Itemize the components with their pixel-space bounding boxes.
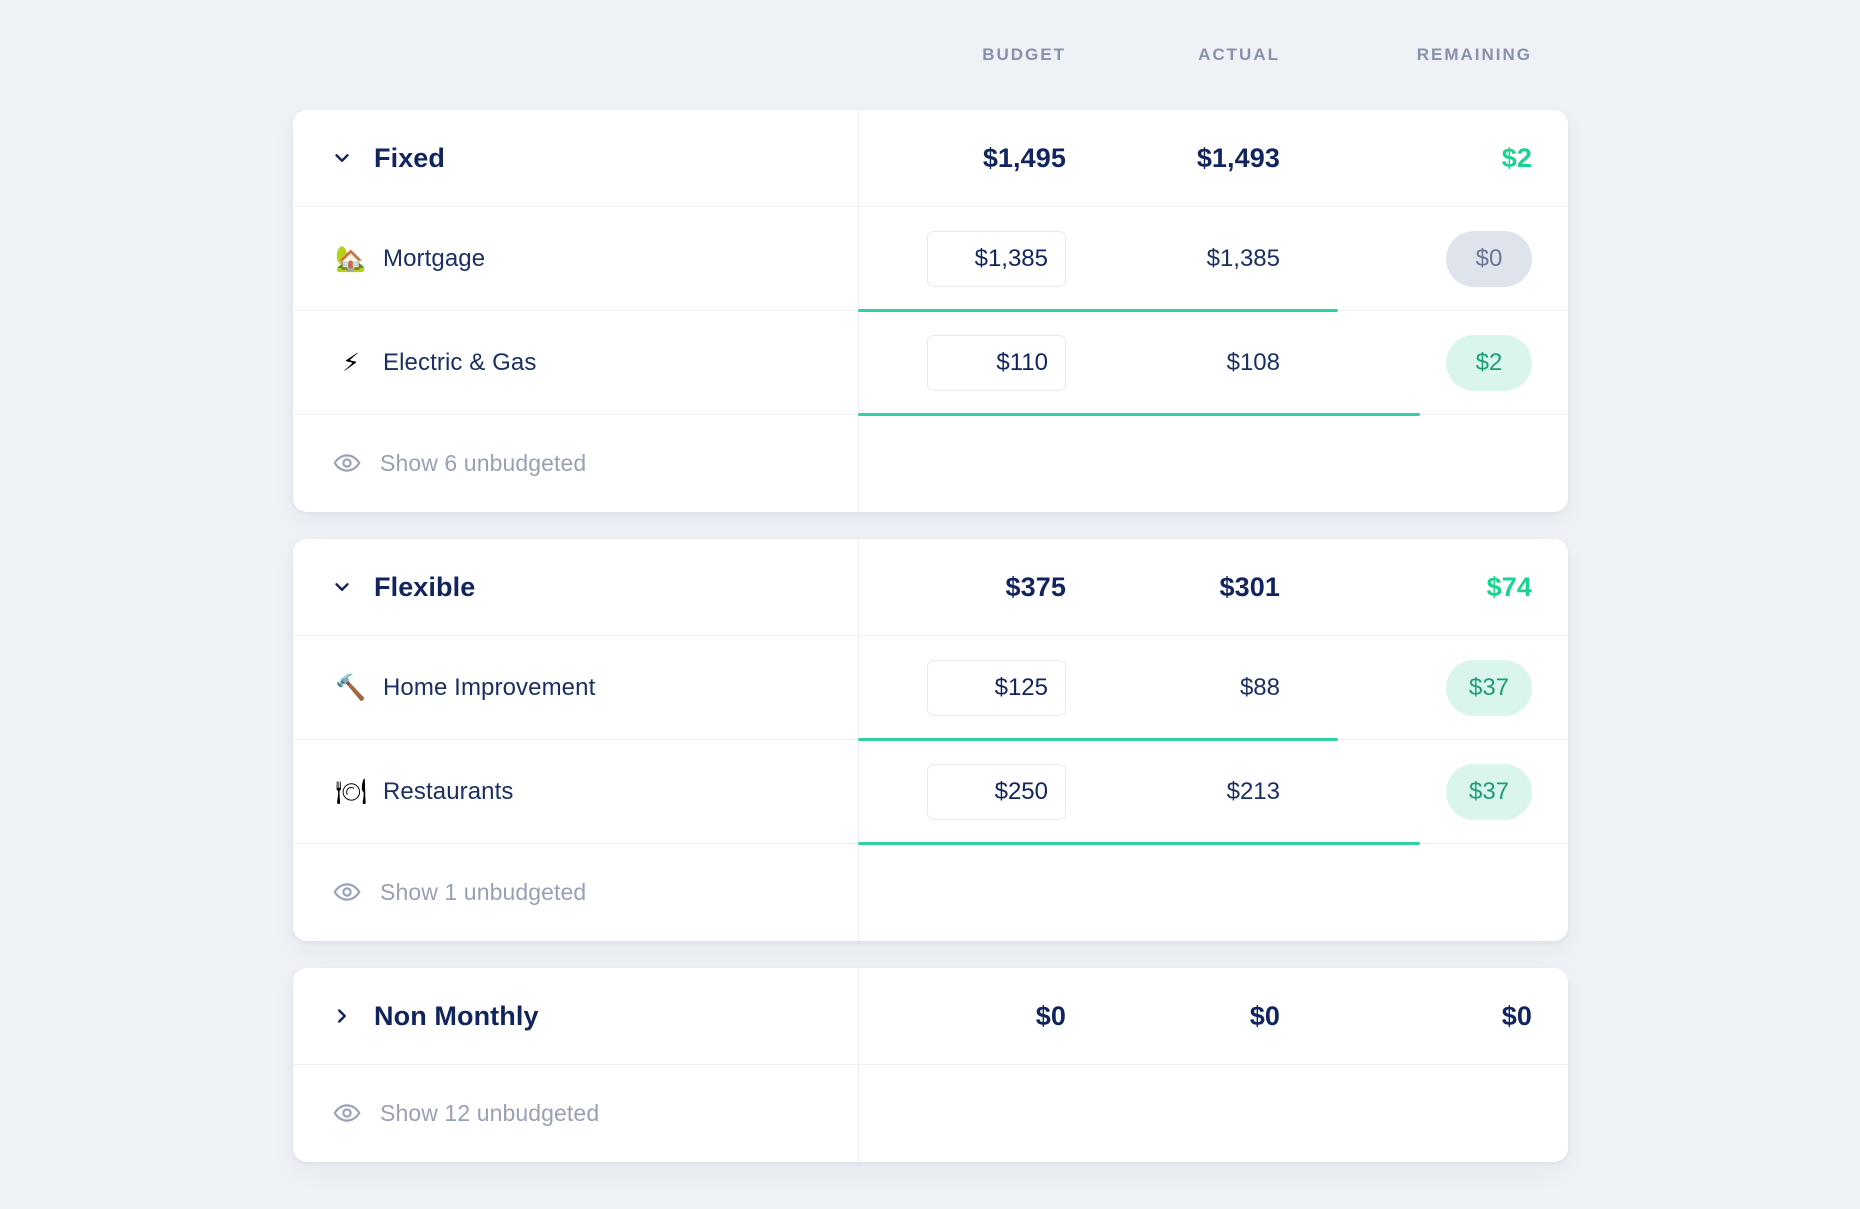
category-label: Electric & Gas xyxy=(383,348,537,376)
group-header-name-cell: Non Monthly xyxy=(293,968,858,1064)
category-name-cell: 🏡 Mortgage xyxy=(293,207,858,310)
table-row: 🍽 Restaurants $250 $213 $37 xyxy=(293,739,1568,845)
category-name-cell: ⚡ Electric & Gas xyxy=(293,311,858,414)
group-card-non-monthly: Non Monthly $0 $0 $0 Show 12 unbudgeted xyxy=(293,968,1568,1162)
show-unbudgeted-label: Show 12 unbudgeted xyxy=(380,1100,600,1126)
budget-page: BUDGET ACTUAL REMAINING Fixed $1,495 $1,… xyxy=(0,0,1860,1209)
eye-icon xyxy=(333,449,363,479)
actual-value: $108 xyxy=(1226,348,1280,376)
actual-cell: $88 xyxy=(1098,636,1310,739)
house-with-garden-emoji: 🏡 xyxy=(335,244,367,273)
group-budget-cell: $0 xyxy=(858,968,1098,1064)
progress-bar xyxy=(858,842,1420,845)
show-unbudgeted-row[interactable]: Show 6 unbudgeted xyxy=(293,414,1568,512)
group-remaining-cell: $74 xyxy=(1310,539,1568,635)
remaining-cell: $0 xyxy=(1310,207,1568,310)
actual-value: $1,385 xyxy=(1206,244,1280,272)
group-header-fixed[interactable]: Fixed $1,495 $1,493 $2 xyxy=(293,110,1568,206)
group-remaining-cell: $2 xyxy=(1310,110,1568,206)
group-actual-value: $1,493 xyxy=(1196,142,1280,173)
group-budget-cell: $1,495 xyxy=(858,110,1098,206)
show-unbudgeted-row[interactable]: Show 12 unbudgeted xyxy=(293,1064,1568,1162)
group-header-non-monthly[interactable]: Non Monthly $0 $0 $0 xyxy=(293,968,1568,1064)
progress-bar xyxy=(858,309,1338,312)
group-budget-value: $375 xyxy=(1005,571,1066,602)
budget-cell: $125 xyxy=(858,636,1098,739)
category-label: Restaurants xyxy=(383,777,514,805)
remaining-badge: $0 xyxy=(1446,230,1532,287)
group-card-fixed: Fixed $1,495 $1,493 $2 🏡 Mortgage $1,385… xyxy=(293,110,1568,512)
actual-cell: $213 xyxy=(1098,740,1310,843)
show-unbudgeted-label: Show 1 unbudgeted xyxy=(380,879,587,905)
budget-input[interactable]: $1,385 xyxy=(927,230,1066,287)
group-budget-value: $1,495 xyxy=(982,142,1066,173)
show-unbudgeted-inner: Show 1 unbudgeted xyxy=(293,844,858,941)
group-title: Fixed xyxy=(374,142,446,173)
group-title: Flexible xyxy=(374,571,476,602)
group-remaining-value: $74 xyxy=(1486,571,1532,602)
table-row: 🔨 Home Improvement $125 $88 $37 xyxy=(293,635,1568,741)
remaining-badge: $37 xyxy=(1446,763,1532,820)
group-card-flexible: Flexible $375 $301 $74 🔨 Home Improvemen… xyxy=(293,539,1568,941)
chevron-right-icon[interactable] xyxy=(327,1001,357,1031)
budget-input[interactable]: $125 xyxy=(927,659,1066,716)
progress-bar xyxy=(858,738,1338,741)
show-unbudgeted-inner: Show 6 unbudgeted xyxy=(293,415,858,512)
show-unbudgeted-label: Show 6 unbudgeted xyxy=(380,450,587,476)
chevron-down-icon[interactable] xyxy=(327,572,357,602)
budget-input[interactable]: $110 xyxy=(927,334,1066,391)
table-row: ⚡ Electric & Gas $110 $108 $2 xyxy=(293,310,1568,416)
remaining-cell: $2 xyxy=(1310,311,1568,414)
category-name-cell: 🍽 Restaurants xyxy=(293,740,858,843)
column-header-budget: BUDGET xyxy=(982,45,1066,64)
table-row: 🏡 Mortgage $1,385 $1,385 $0 xyxy=(293,206,1568,312)
actual-value: $88 xyxy=(1239,673,1280,701)
group-header-name-cell: Flexible xyxy=(293,539,858,635)
chevron-down-icon[interactable] xyxy=(327,143,357,173)
eye-icon xyxy=(333,878,363,908)
show-unbudgeted-row[interactable]: Show 1 unbudgeted xyxy=(293,843,1568,941)
category-label: Mortgage xyxy=(383,244,486,272)
progress-bar xyxy=(858,413,1420,416)
actual-cell: $1,385 xyxy=(1098,207,1310,310)
group-header-flexible[interactable]: Flexible $375 $301 $74 xyxy=(293,539,1568,635)
group-actual-value: $301 xyxy=(1219,571,1280,602)
hammer-emoji: 🔨 xyxy=(335,673,367,702)
group-actual-cell: $1,493 xyxy=(1098,110,1310,206)
eye-icon xyxy=(333,1099,363,1129)
group-remaining-value: $0 xyxy=(1501,1000,1532,1031)
budget-cell: $110 xyxy=(858,311,1098,414)
remaining-badge: $37 xyxy=(1446,659,1532,716)
remaining-cell: $37 xyxy=(1310,636,1568,739)
category-label: Home Improvement xyxy=(383,673,596,701)
actual-value: $213 xyxy=(1226,777,1280,805)
group-actual-cell: $0 xyxy=(1098,968,1310,1064)
budget-input[interactable]: $250 xyxy=(927,763,1066,820)
remaining-cell: $37 xyxy=(1310,740,1568,843)
group-remaining-value: $2 xyxy=(1501,142,1532,173)
budget-table: BUDGET ACTUAL REMAINING Fixed $1,495 $1,… xyxy=(293,0,1568,1189)
column-header-actual: ACTUAL xyxy=(1198,45,1280,64)
actual-cell: $108 xyxy=(1098,311,1310,414)
budget-cell: $1,385 xyxy=(858,207,1098,310)
group-budget-cell: $375 xyxy=(858,539,1098,635)
group-actual-value: $0 xyxy=(1249,1000,1280,1031)
fork-and-knife-with-plate-emoji: 🍽 xyxy=(335,777,367,806)
high-voltage-emoji: ⚡ xyxy=(342,348,360,377)
remaining-badge: $2 xyxy=(1446,334,1532,391)
column-header-row: BUDGET ACTUAL REMAINING xyxy=(293,0,1568,110)
group-remaining-cell: $0 xyxy=(1310,968,1568,1064)
group-header-name-cell: Fixed xyxy=(293,110,858,206)
column-header-remaining: REMAINING xyxy=(1416,45,1532,64)
group-title: Non Monthly xyxy=(374,1000,539,1031)
group-budget-value: $0 xyxy=(1035,1000,1066,1031)
show-unbudgeted-inner: Show 12 unbudgeted xyxy=(293,1065,858,1162)
group-actual-cell: $301 xyxy=(1098,539,1310,635)
category-name-cell: 🔨 Home Improvement xyxy=(293,636,858,739)
budget-cell: $250 xyxy=(858,740,1098,843)
